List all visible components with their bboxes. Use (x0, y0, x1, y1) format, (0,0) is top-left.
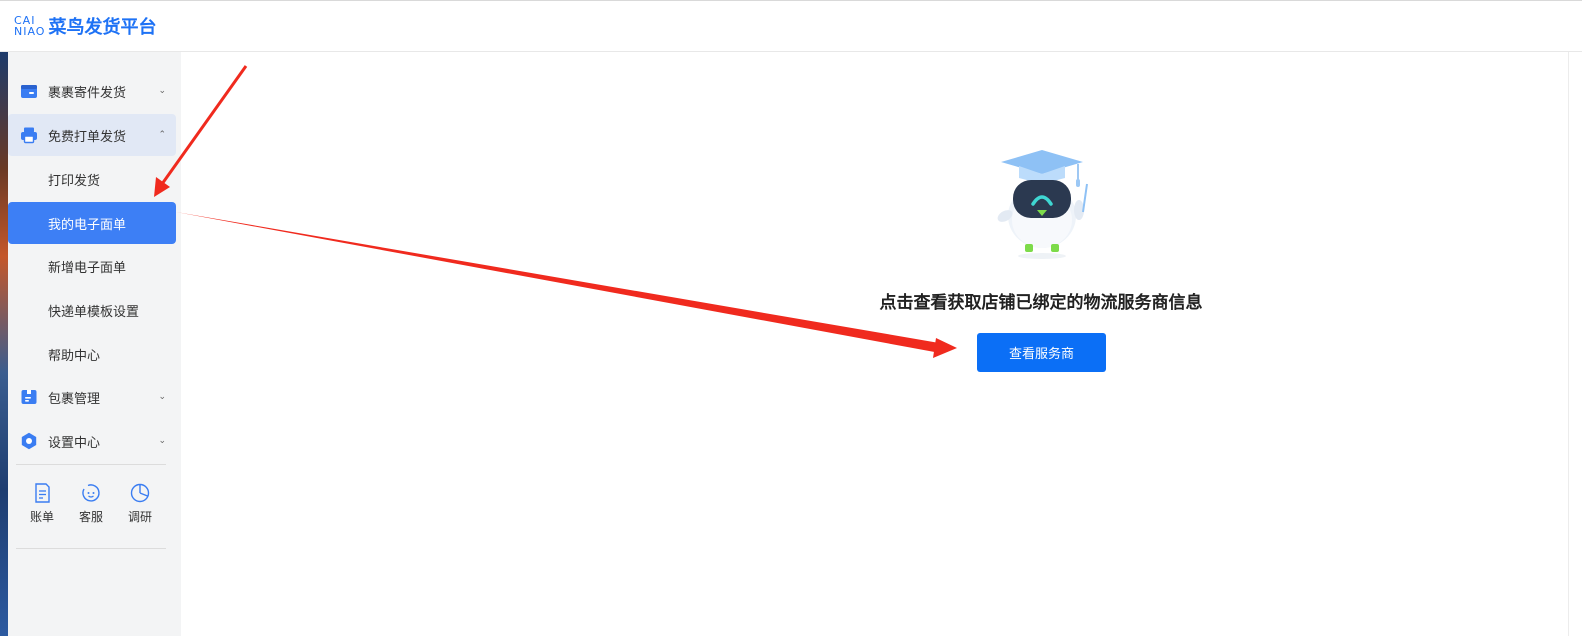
chevron-down-icon: ⌄ (158, 436, 166, 446)
bill-icon (35, 483, 50, 503)
quick-link-label: 调研 (127, 510, 152, 524)
app-window: CAI NIAO 菜鸟发货平台 裹裹寄件发货 ⌄ 免费打单发货 ⌃ 打印发货 我… (0, 0, 1582, 636)
sidebar-item-my-e-waybill[interactable]: 我的电子面单 (8, 202, 176, 244)
sidebar-item-label: 新增电子面单 (48, 260, 127, 276)
gear-icon (21, 432, 37, 450)
sidebar-divider (16, 464, 166, 465)
quick-link-bill[interactable]: 账单 (20, 482, 64, 525)
view-service-providers-button[interactable]: 查看服务商 (977, 333, 1106, 372)
main-content: 点击查看获取店铺已绑定的物流服务商信息 查看服务商 (181, 52, 1568, 636)
sidebar-group-parcel-send[interactable]: 裹裹寄件发货 ⌄ (8, 70, 176, 112)
sidebar-group-settings-center[interactable]: 设置中心 ⌄ (8, 420, 176, 462)
sidebar-group-label: 裹裹寄件发货 (48, 85, 127, 101)
parcel-send-icon (21, 85, 37, 98)
quick-link-customer-service[interactable]: 客服 (69, 482, 113, 525)
sidebar-divider (16, 548, 166, 549)
printer-icon (21, 127, 37, 144)
vertical-scrollbar[interactable] (1568, 52, 1582, 636)
sidebar-item-template-settings[interactable]: 快递单模板设置 (8, 289, 176, 331)
sidebar-group-package-management[interactable]: 包裹管理 ⌄ (8, 376, 176, 418)
quick-link-label: 客服 (78, 510, 103, 524)
package-icon (21, 390, 37, 404)
sidebar-item-label: 打印发货 (48, 173, 101, 189)
sidebar-item-help-center[interactable]: 帮助中心 (8, 333, 176, 375)
chevron-down-icon: ⌄ (158, 392, 166, 402)
survey-chart-icon (130, 483, 150, 503)
sidebar-item-label: 我的电子面单 (48, 217, 127, 233)
logo-mark-bottom: NIAO (14, 25, 46, 38)
logo-text: 菜鸟发货平台 (48, 17, 157, 38)
sidebar-item-label: 快递单模板设置 (48, 304, 140, 320)
sidebar-group-label: 免费打单发货 (48, 129, 127, 145)
service-provider-prompt: 点击查看获取店铺已绑定的物流服务商信息 (879, 293, 1203, 313)
sidebar-group-label: 包裹管理 (48, 391, 101, 407)
chevron-down-icon: ⌄ (158, 86, 166, 96)
quick-link-label: 账单 (29, 510, 54, 524)
top-header: CAI NIAO 菜鸟发货平台 (0, 0, 1582, 52)
customer-service-icon (82, 484, 100, 502)
robot-mascot-illustration (997, 150, 1088, 259)
sidebar-item-print-ship[interactable]: 打印发货 (8, 158, 176, 200)
quick-link-survey[interactable]: 调研 (118, 482, 162, 525)
logo-mark: CAI NIAO (14, 15, 45, 37)
desktop-background-strip (0, 52, 8, 636)
sidebar-item-label: 帮助中心 (48, 348, 101, 364)
sidebar-group-label: 设置中心 (48, 435, 101, 451)
sidebar-item-add-e-waybill[interactable]: 新增电子面单 (8, 245, 176, 287)
sidebar-group-free-print[interactable]: 免费打单发货 ⌃ (8, 114, 176, 156)
chevron-up-icon: ⌃ (158, 130, 166, 140)
cainiao-logo[interactable]: CAI NIAO 菜鸟发货平台 (14, 13, 156, 39)
sidebar: 裹裹寄件发货 ⌄ 免费打单发货 ⌃ 打印发货 我的电子面单 新增电子面单 快递单… (8, 52, 181, 636)
quick-links: 账单 客服 调研 (16, 482, 166, 525)
